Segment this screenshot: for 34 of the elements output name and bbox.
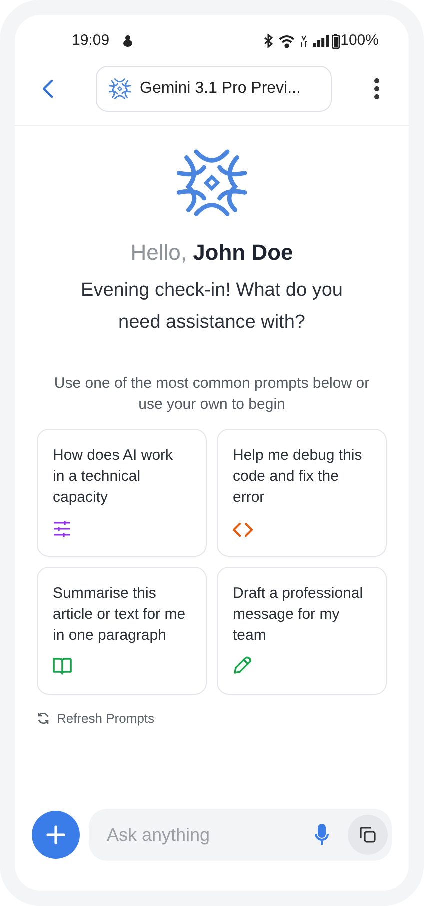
app-logo [177, 148, 247, 218]
add-button[interactable] [32, 811, 80, 859]
battery-level: 100% [340, 30, 379, 51]
volte-icon [300, 34, 308, 48]
prompt-text: How does AI work in a technical capacity [53, 446, 174, 508]
status-time: 19:09 [72, 30, 110, 51]
copy-button[interactable] [348, 815, 388, 855]
model-selector[interactable]: Gemini 3.1 Pro Previ... [96, 66, 332, 112]
question-text: Evening check-in! What do you need assistance with? [80, 279, 344, 335]
refresh-icon [37, 712, 50, 726]
prompt-card[interactable]: Help me debug this code and fix the error [217, 429, 387, 557]
prompt-card[interactable]: Summarise this article or text for me in one paragraph [37, 567, 207, 695]
microphone-icon [314, 824, 330, 846]
prompt-card[interactable]: Draft a professional message for my team [217, 567, 387, 695]
signal-icon [312, 35, 329, 47]
notification-icon [122, 35, 133, 47]
refresh-prompts-button[interactable]: Refresh Prompts [37, 709, 155, 728]
greeting: Hello, John Doe [130, 239, 294, 267]
message-input[interactable]: Ask anything [107, 822, 308, 848]
bluetooth-icon [264, 34, 273, 48]
model-name: Gemini 3.1 Pro Previ... [140, 79, 301, 99]
hint-text: Use one of the most common prompts below or use your own to begin [53, 374, 371, 415]
wifi-icon [278, 34, 296, 48]
more-icon [374, 78, 380, 100]
copy-icon [359, 826, 377, 844]
plus-icon [46, 825, 66, 845]
message-field[interactable]: Ask anything [89, 809, 392, 861]
prompt-text: Draft a professional message for my team [233, 584, 364, 646]
model-icon [109, 78, 131, 100]
battery-icon [332, 34, 340, 48]
prompt-card[interactable]: How does AI work in a technical capacity [37, 429, 207, 557]
prompt-text: Summarise this article or text for me in one paragraph [53, 584, 186, 646]
back-icon [42, 79, 54, 99]
prompt-text: Help me debug this code and fix the error [233, 446, 364, 508]
